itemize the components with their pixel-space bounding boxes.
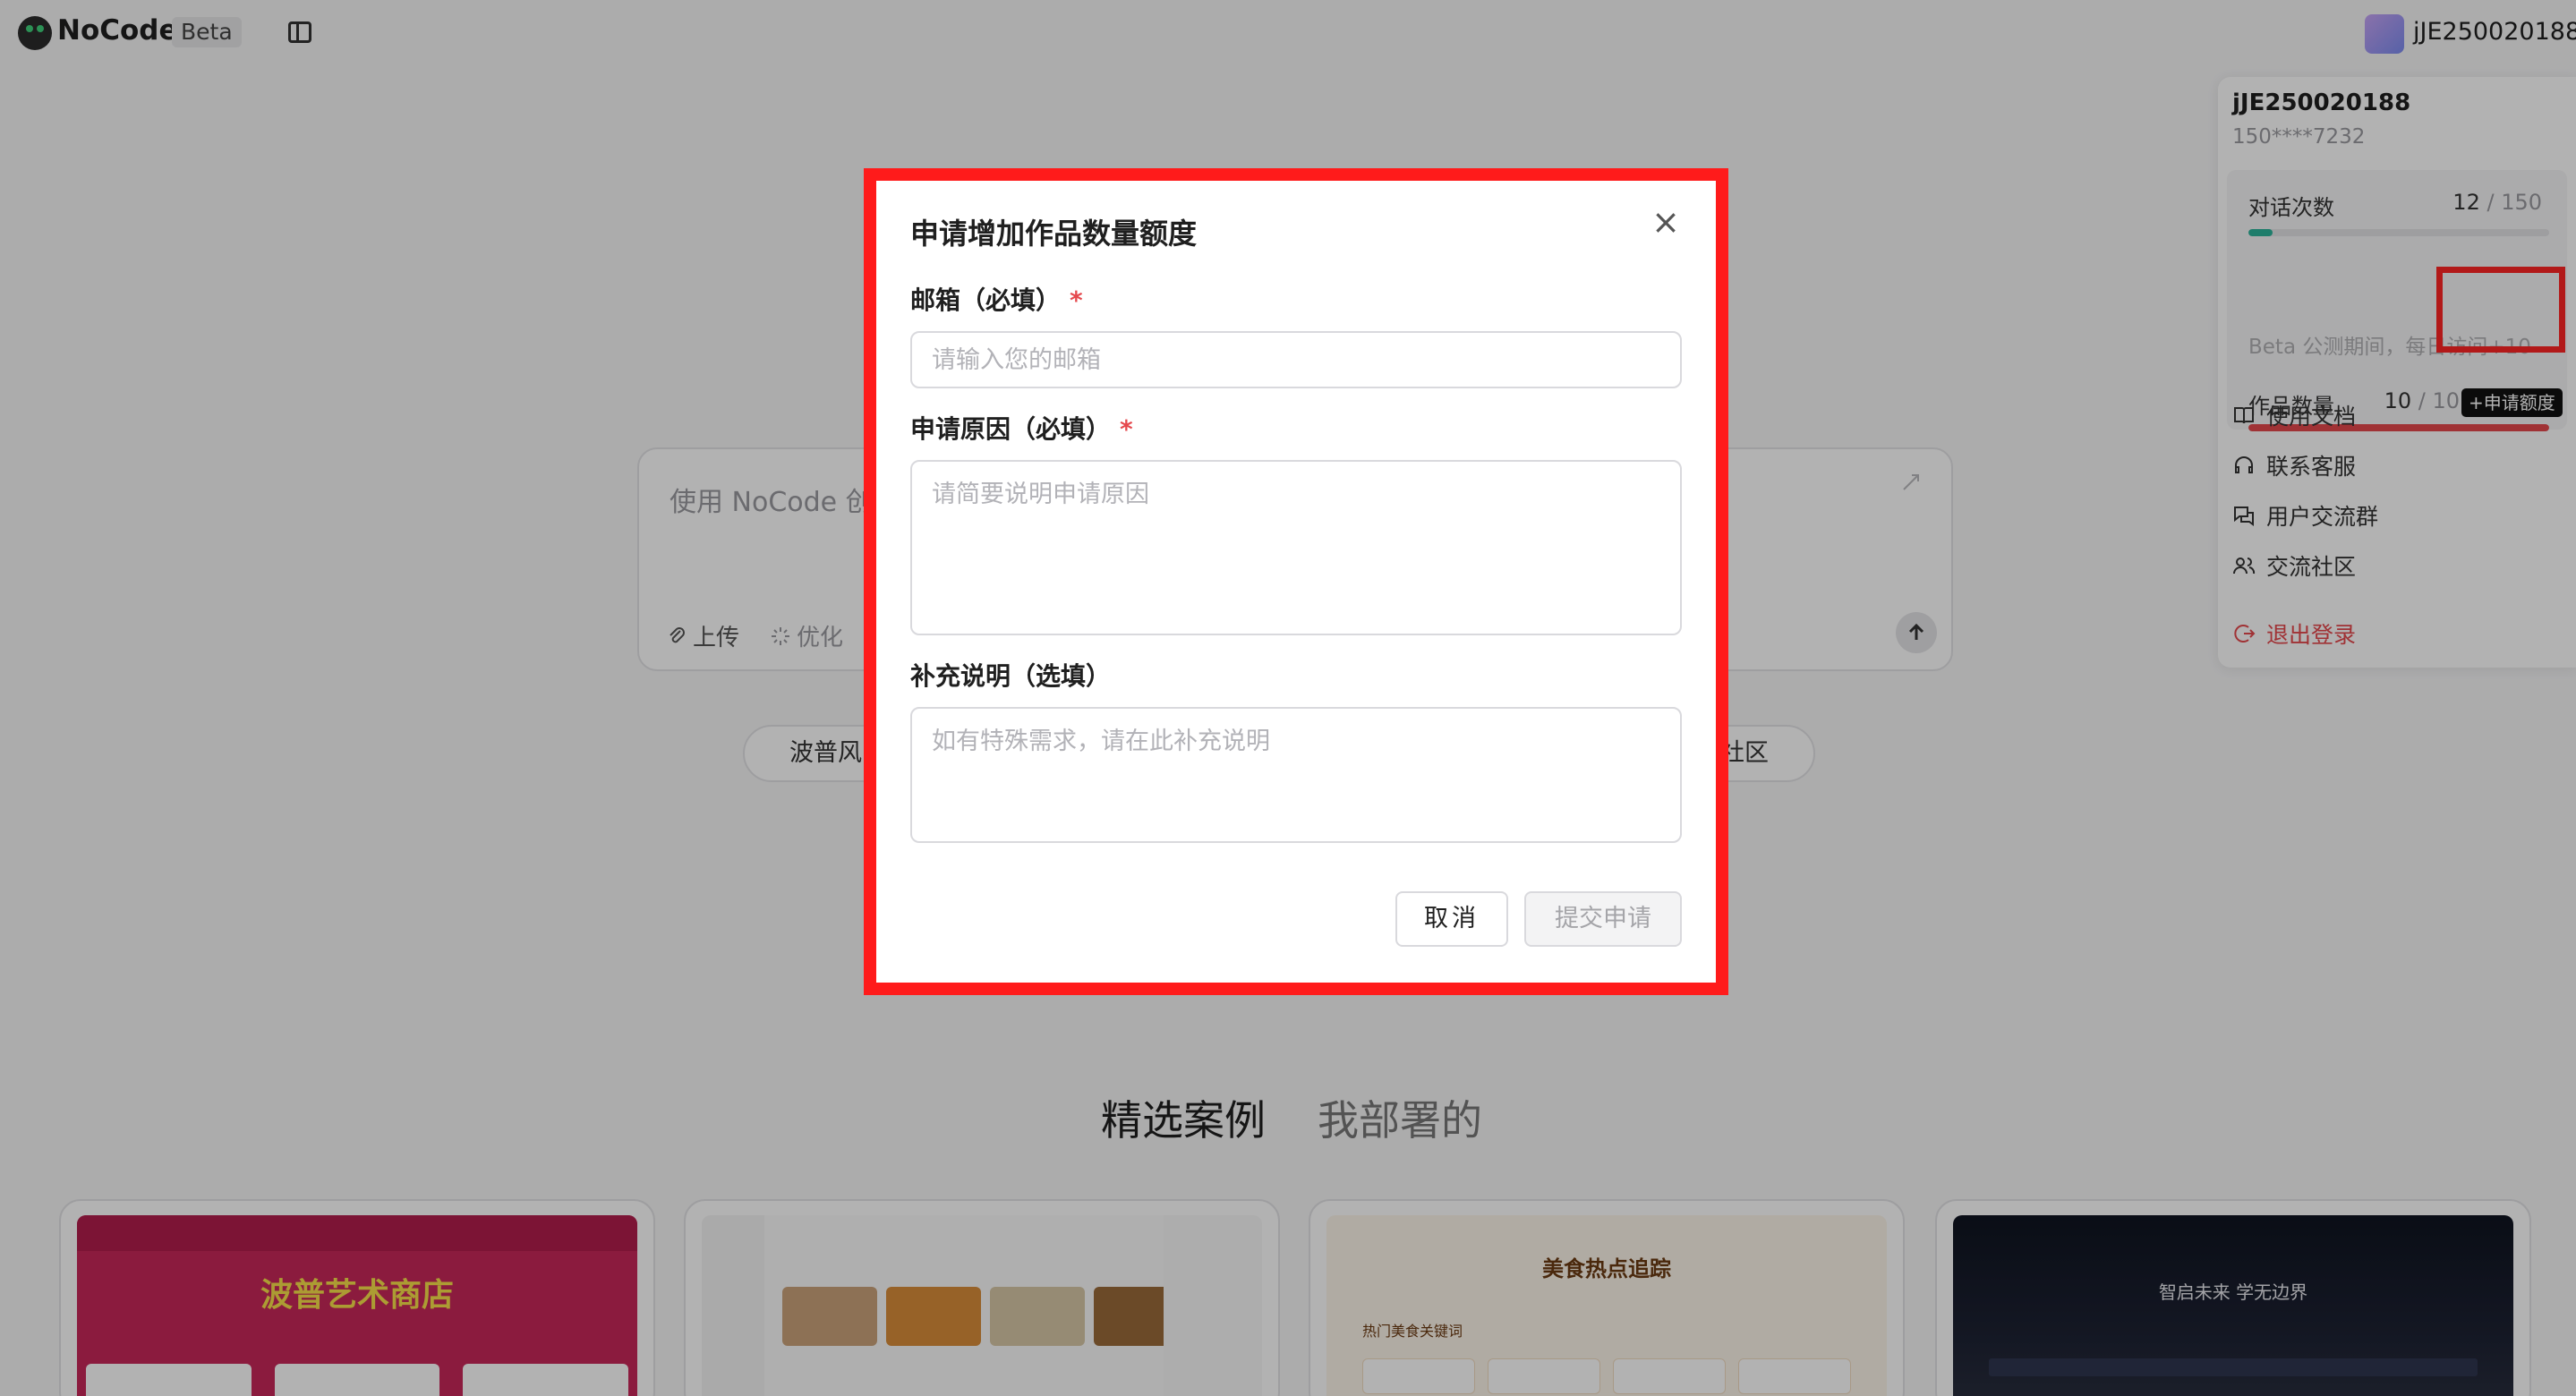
email-label: 邮箱（必填） *: [910, 285, 1083, 315]
reason-field[interactable]: [910, 460, 1682, 635]
dialog-title: 申请增加作品数量额度: [910, 217, 1198, 251]
extra-field[interactable]: [910, 707, 1682, 843]
extra-label: 补充说明（选填）: [910, 661, 1112, 691]
submit-button[interactable]: 提交申请: [1524, 891, 1682, 947]
close-icon[interactable]: ×: [1648, 204, 1684, 240]
email-field[interactable]: [910, 331, 1682, 388]
apply-quota-dialog: 申请增加作品数量额度 × 邮箱（必填）* 申请原因（必填）* 补充说明（选填） …: [876, 181, 1716, 983]
cancel-button[interactable]: 取消: [1395, 891, 1508, 947]
reason-label: 申请原因（必填） *: [910, 414, 1133, 444]
